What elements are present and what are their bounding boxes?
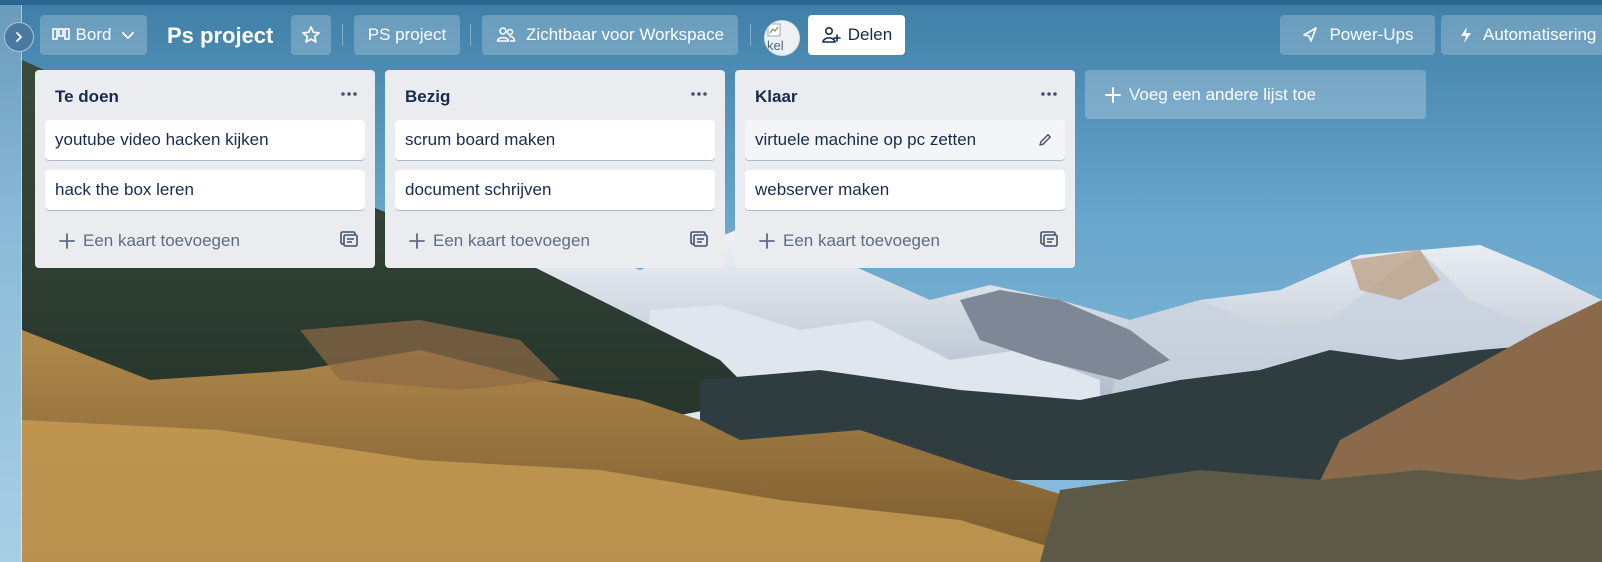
more-horizontal-icon bbox=[1041, 92, 1057, 96]
plus-icon bbox=[1105, 86, 1121, 103]
card[interactable]: document schrijven bbox=[395, 170, 715, 210]
more-horizontal-icon bbox=[691, 92, 707, 96]
list-klaar: Klaar virtuele machine op pc zetten webs… bbox=[735, 70, 1075, 268]
list-bezig: Bezig scrum board maken document schrijv… bbox=[385, 70, 725, 268]
add-card-label: Een kaart toevoegen bbox=[433, 231, 590, 250]
plus-icon bbox=[409, 233, 425, 249]
view-label: Bord bbox=[75, 25, 112, 44]
star-icon bbox=[302, 26, 320, 43]
card[interactable]: webserver maken bbox=[745, 170, 1065, 210]
list-menu-button[interactable] bbox=[687, 84, 711, 104]
list-menu-button[interactable] bbox=[337, 84, 361, 104]
powerups-label: Power-Ups bbox=[1329, 25, 1414, 44]
chevron-down-icon bbox=[122, 32, 135, 39]
card-title: virtuele machine op pc zetten bbox=[755, 130, 977, 149]
workspace-label: PS project bbox=[367, 25, 447, 44]
list-te-doen: Te doen youtube video hacken kijken hack… bbox=[35, 70, 375, 268]
add-list-label: Voeg een andere lijst toe bbox=[1129, 84, 1317, 104]
share-button[interactable]: Delen bbox=[808, 15, 905, 55]
plus-icon bbox=[759, 233, 775, 249]
pencil-icon[interactable] bbox=[1037, 132, 1053, 148]
card[interactable]: hack the box leren bbox=[45, 170, 365, 210]
visibility-button[interactable]: Zichtbaar voor Workspace bbox=[482, 15, 738, 55]
more-horizontal-icon bbox=[341, 92, 357, 96]
card-template-icon[interactable] bbox=[689, 230, 709, 248]
plus-icon bbox=[59, 233, 75, 249]
add-card-button[interactable]: Een kaart toevoegen bbox=[59, 228, 240, 254]
avatar-alt-text: kel bbox=[767, 38, 784, 53]
header-divider bbox=[342, 24, 343, 46]
list-title[interactable]: Klaar bbox=[755, 87, 798, 107]
workspace-button[interactable]: PS project bbox=[354, 15, 460, 55]
sidebar-strip bbox=[0, 5, 22, 562]
card-template-icon[interactable] bbox=[339, 230, 359, 248]
visibility-label: Zichtbaar voor Workspace bbox=[525, 25, 725, 44]
card[interactable]: scrum board maken bbox=[395, 120, 715, 160]
list-menu-button[interactable] bbox=[1037, 84, 1061, 104]
star-button[interactable] bbox=[291, 15, 331, 55]
bolt-icon bbox=[1461, 27, 1471, 43]
list-title[interactable]: Bezig bbox=[405, 87, 450, 107]
card[interactable]: virtuele machine op pc zetten bbox=[745, 120, 1065, 160]
share-label: Delen bbox=[847, 25, 893, 44]
board-icon bbox=[51, 28, 70, 40]
add-card-label: Een kaart toevoegen bbox=[783, 231, 940, 250]
add-card-label: Een kaart toevoegen bbox=[83, 231, 240, 250]
people-icon bbox=[496, 27, 516, 42]
add-card-button[interactable]: Een kaart toevoegen bbox=[409, 228, 590, 254]
card-template-icon[interactable] bbox=[1039, 230, 1059, 248]
powerups-button[interactable]: Power-Ups bbox=[1280, 15, 1435, 55]
avatar[interactable]: kel bbox=[764, 20, 800, 56]
header-divider bbox=[750, 24, 751, 46]
broken-image-icon bbox=[767, 23, 781, 37]
card[interactable]: youtube video hacken kijken bbox=[45, 120, 365, 160]
expand-sidebar-button[interactable] bbox=[4, 22, 34, 52]
automation-button[interactable]: Automatisering bbox=[1441, 15, 1602, 55]
add-card-button[interactable]: Een kaart toevoegen bbox=[759, 228, 940, 254]
header-divider bbox=[470, 24, 471, 46]
add-user-icon bbox=[821, 26, 841, 43]
view-switcher-button[interactable]: Bord bbox=[40, 15, 147, 55]
add-list-button[interactable]: Voeg een andere lijst toe bbox=[1085, 70, 1426, 119]
list-title[interactable]: Te doen bbox=[55, 87, 119, 107]
automation-label: Automatisering bbox=[1483, 25, 1597, 44]
chevron-right-icon bbox=[16, 32, 22, 42]
rocket-icon bbox=[1303, 27, 1318, 42]
board-title[interactable]: Ps project bbox=[167, 19, 273, 53]
board-header: Bord Ps project PS project Zichtbaar voo… bbox=[0, 5, 1602, 63]
